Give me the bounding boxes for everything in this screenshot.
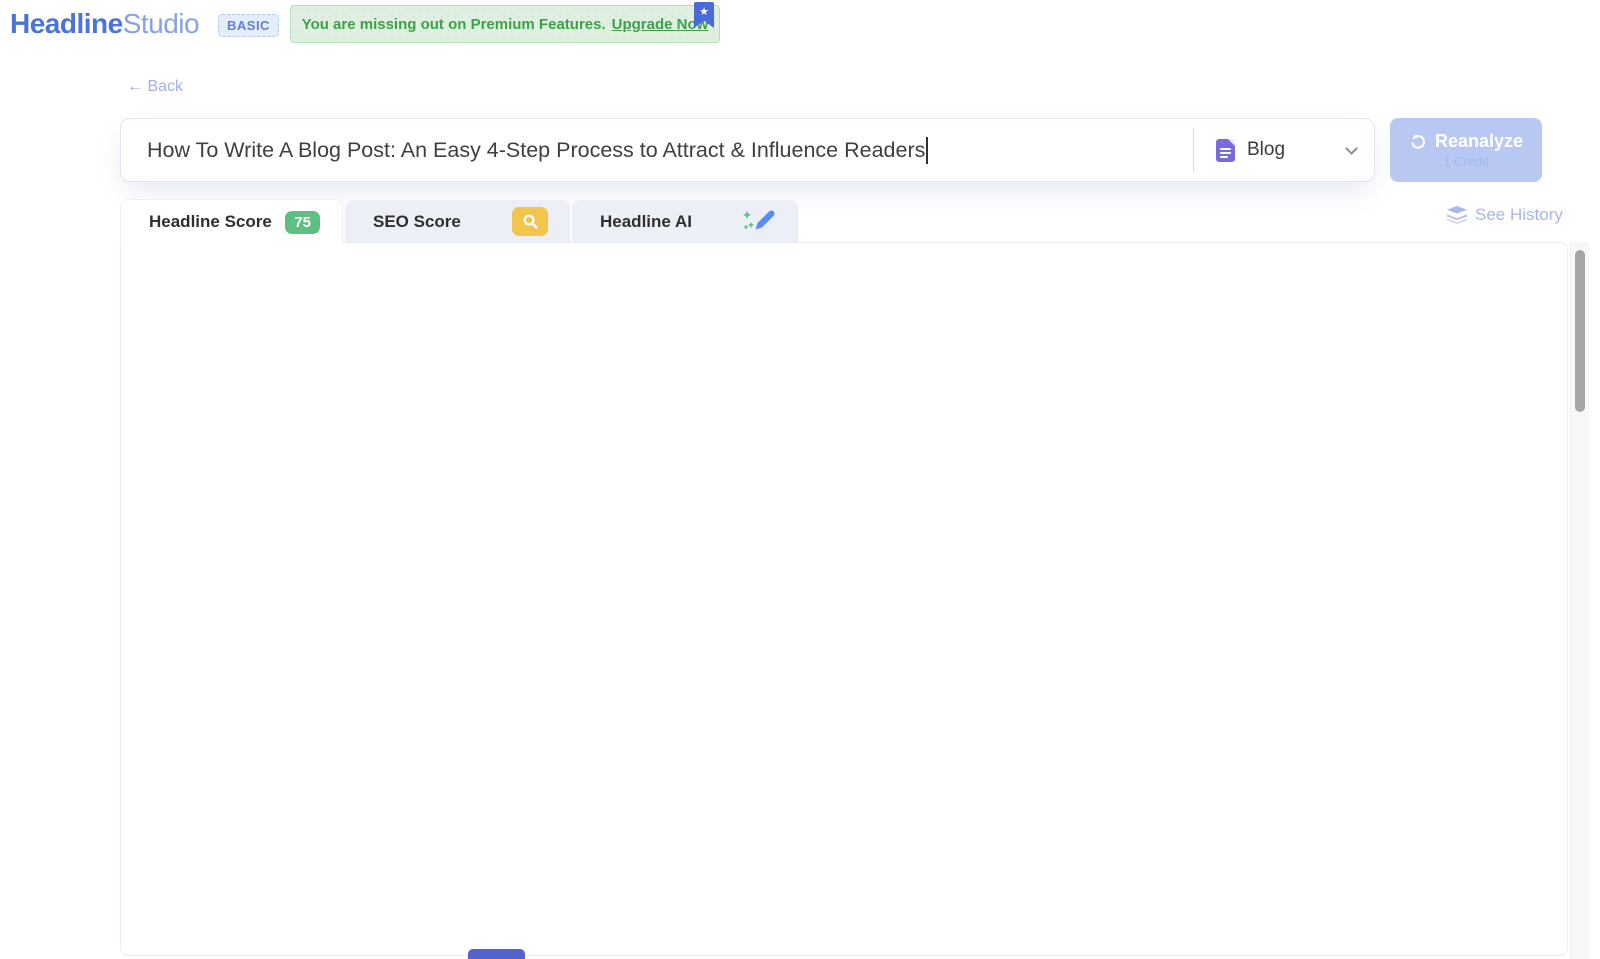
document-icon [1216,139,1235,162]
panel-scrollbar-thumb[interactable] [1575,250,1585,412]
logo-studio: Studio [123,8,199,39]
back-button[interactable]: ← Back [127,78,183,96]
see-history-link[interactable]: See History [1447,205,1563,225]
headline-input[interactable]: How To Write A Blog Post: An Easy 4-Step… [121,137,1193,164]
tab-headline-score[interactable]: Headline Score 75 [120,199,343,244]
chevron-down-icon [1345,142,1358,155]
gauge-marker-pill [468,949,525,959]
refresh-icon [1409,133,1427,151]
premium-message: You are missing out on Premium Features. [302,16,606,33]
headline-score-badge: 75 [285,211,320,234]
reanalyze-credits: 1 Credit [1443,154,1489,169]
text-caret [926,137,928,164]
plan-badge: BASIC [218,14,279,37]
magnifier-icon [512,207,548,236]
premium-upsell-banner: You are missing out on Premium Features.… [290,5,720,43]
back-arrow-icon: ← [127,78,143,95]
reanalyze-button[interactable]: Reanalyze 1 Credit [1390,118,1542,182]
content-type-select[interactable]: Blog [1194,119,1374,181]
pencil-sparkles-icon [742,208,776,235]
layers-icon [1447,206,1467,224]
panel-scrollbar-track[interactable] [1570,242,1589,959]
headline-score-panel [120,242,1568,956]
logo-headline: Headline [10,8,123,39]
headline-studio-app: HeadlineStudio BASIC You are missing out… [0,0,1600,959]
upgrade-now-link[interactable]: Upgrade Now [612,16,709,33]
tab-seo-score[interactable]: SEO Score [345,200,570,243]
headline-input-card: How To Write A Blog Post: An Easy 4-Step… [120,118,1375,182]
app-logo: HeadlineStudio [10,8,199,40]
tab-headline-ai[interactable]: Headline AI [572,200,798,243]
